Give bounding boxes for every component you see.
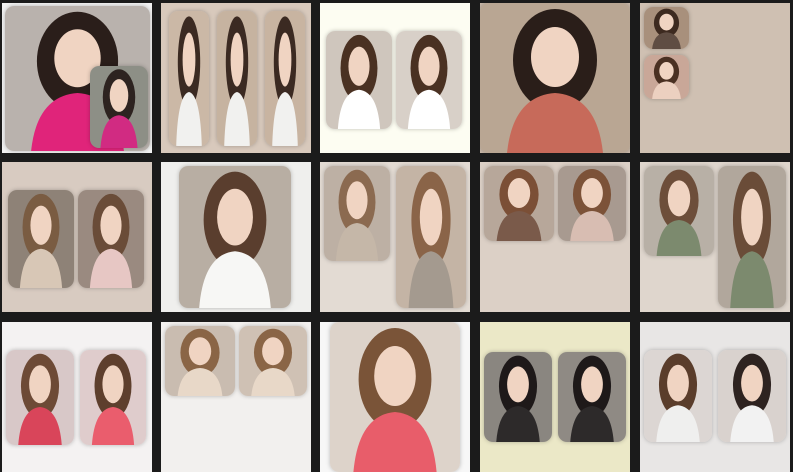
photo-panel xyxy=(90,66,148,148)
photo-tile[interactable] xyxy=(320,322,470,472)
photo-tile[interactable] xyxy=(480,162,630,312)
photo-panel xyxy=(324,166,390,261)
photo-tile[interactable] xyxy=(640,162,790,312)
photo-panel xyxy=(80,350,146,445)
photo-panel xyxy=(644,7,689,49)
photo-panel xyxy=(265,11,305,146)
photo-panel xyxy=(644,350,712,442)
photo-panel xyxy=(326,31,392,129)
photo-panel xyxy=(179,166,291,308)
photo-panel xyxy=(484,166,554,241)
photo-panel xyxy=(718,166,786,308)
photo-panel xyxy=(718,350,786,442)
photo-panel xyxy=(396,31,462,129)
photo-panel xyxy=(558,352,626,442)
photo-panel xyxy=(644,166,714,256)
photo-tile[interactable] xyxy=(161,162,311,312)
photo-tile[interactable] xyxy=(480,3,630,153)
photo-tile[interactable] xyxy=(320,3,470,153)
photo-panel xyxy=(8,190,74,288)
photo-panel xyxy=(558,166,626,241)
photo-tile[interactable] xyxy=(2,322,152,472)
photo-tile[interactable] xyxy=(640,322,790,472)
photo-panel xyxy=(165,326,235,396)
photo-tile[interactable] xyxy=(161,3,311,153)
photo-panel xyxy=(480,3,630,153)
photo-panel xyxy=(484,352,552,442)
photo-panel xyxy=(396,166,466,308)
photo-tile[interactable] xyxy=(161,322,311,472)
photo-grid xyxy=(0,0,793,472)
photo-panel xyxy=(644,55,689,99)
photo-tile[interactable] xyxy=(320,162,470,312)
photo-tile[interactable] xyxy=(640,3,790,153)
photo-panel xyxy=(239,326,307,396)
photo-tile[interactable] xyxy=(2,3,152,153)
photo-tile[interactable] xyxy=(2,162,152,312)
photo-panel xyxy=(330,322,460,472)
photo-panel xyxy=(6,350,74,445)
photo-panel xyxy=(217,11,257,146)
photo-panel xyxy=(169,11,209,146)
photo-tile[interactable] xyxy=(480,322,630,472)
photo-panel xyxy=(78,190,144,288)
